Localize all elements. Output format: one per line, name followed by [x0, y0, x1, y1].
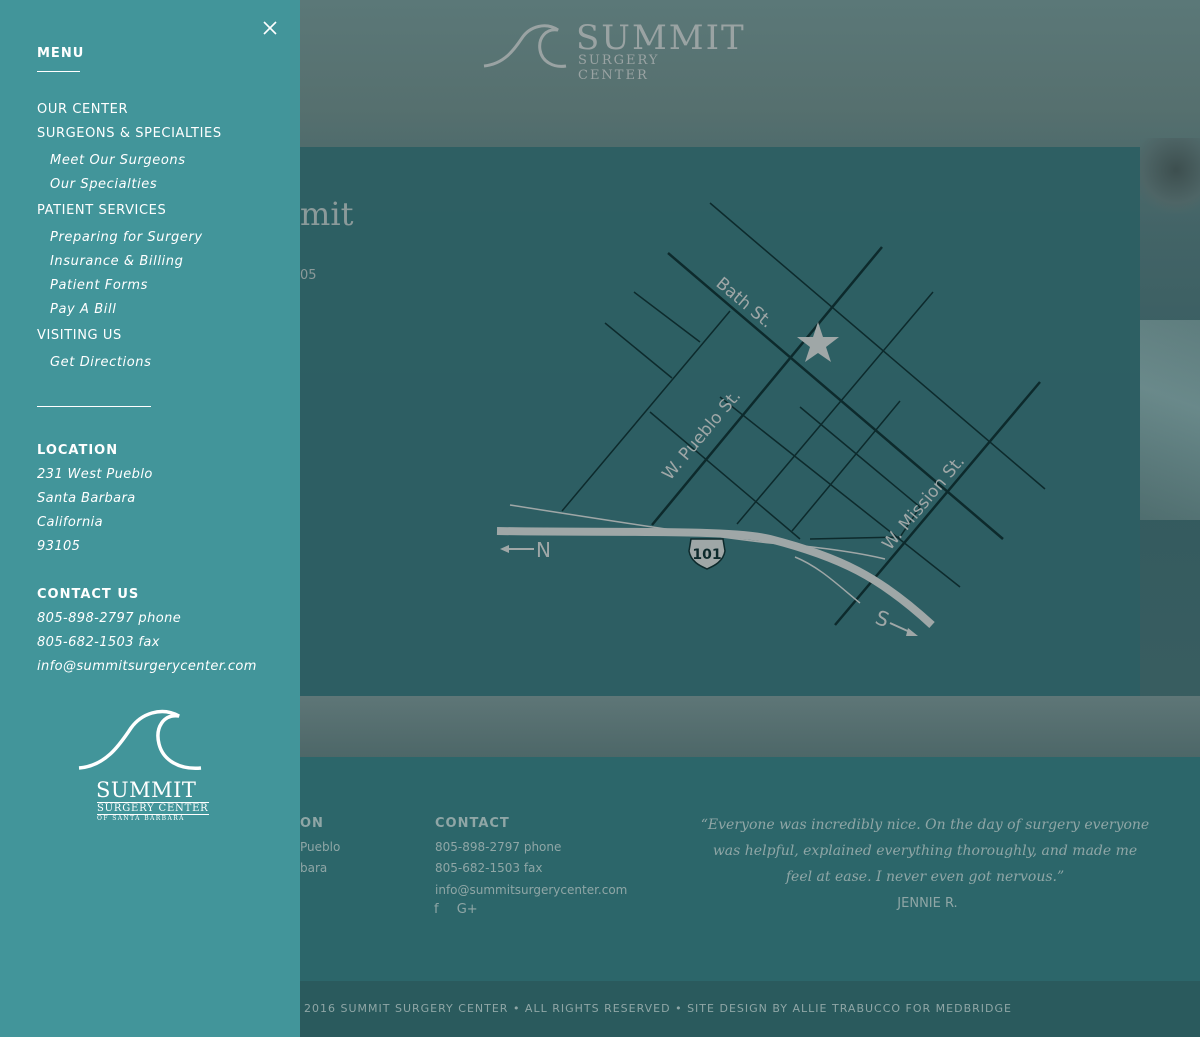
map-street-line — [709, 202, 1046, 490]
menu-logo[interactable]: SUMMIT SURGERY CENTER OF SANTA BARBARA — [75, 706, 215, 826]
highway-101-shield-icon: 101 — [688, 538, 726, 570]
footer-fax: 805-682-1503 fax — [435, 861, 543, 875]
copyright-text: 2016 SUMMIT SURGERY CENTER • ALL RIGHTS … — [304, 1002, 1012, 1015]
highway-shield-label: 101 — [692, 547, 721, 563]
directions-map: 101 Bath St. W. Pueblo St. W. Mission St… — [496, 202, 1046, 636]
location-heading: LOCATION — [37, 443, 119, 458]
header-brand-tagline: SURGERY CENTER — [578, 53, 660, 83]
map-street-line — [604, 322, 673, 379]
header-logo[interactable]: SUMMIT SURGERY CENTER — [480, 18, 744, 83]
compass-north-label: N — [536, 538, 551, 562]
map-street-line — [633, 291, 701, 343]
location-street: 231 West Pueblo — [37, 467, 153, 482]
footer-social-links: f G+ — [434, 902, 492, 917]
map-street-w-pueblo — [651, 246, 883, 526]
menu-heading: MENU — [37, 46, 85, 61]
compass-south-label: S — [872, 605, 892, 632]
map-street-bath — [667, 252, 1004, 540]
side-menu: MENU OUR CENTER SURGEONS & SPECIALTIES M… — [0, 0, 300, 1037]
nav-get-directions[interactable]: Get Directions — [50, 355, 152, 370]
compass-north-arrowhead — [500, 545, 509, 553]
nav-preparing-for-surgery[interactable]: Preparing for Surgery — [50, 230, 203, 245]
testimonial-quote: “Everyone was incredibly nice. On the da… — [700, 817, 1150, 885]
compass-south-arrowhead — [906, 628, 918, 636]
contact-phone[interactable]: 805-898-2797 phone — [37, 611, 181, 626]
nav-pay-a-bill[interactable]: Pay A Bill — [50, 302, 116, 317]
street-label-mission: W. Mission St. — [879, 452, 969, 554]
nav-patient-services[interactable]: PATIENT SERVICES — [37, 203, 166, 218]
menu-heading-underline — [37, 71, 80, 72]
contact-fax: 805-682-1503 fax — [37, 635, 160, 650]
hero-sand — [300, 696, 1200, 757]
footer-location-line: bara — [300, 861, 328, 875]
close-menu-button[interactable] — [260, 18, 280, 38]
footer-location-line: Pueblo — [300, 840, 341, 854]
location-city: Santa Barbara — [37, 491, 136, 506]
nav-visiting-us[interactable]: VISITING US — [37, 328, 122, 343]
wave-logo-icon — [483, 24, 567, 68]
nav-meet-our-surgeons[interactable]: Meet Our Surgeons — [50, 153, 186, 168]
contact-email-link[interactable]: info@summitsurgerycenter.com — [37, 659, 257, 674]
testimonial-author: JENNIE R. — [897, 896, 958, 911]
menu-logo-brand: SUMMIT — [96, 778, 197, 802]
contact-heading: CONTACT US — [37, 587, 140, 602]
nav-our-center[interactable]: OUR CENTER — [37, 102, 128, 117]
hero-surf — [1140, 320, 1200, 520]
hero-rocks — [1140, 138, 1200, 218]
menu-divider — [37, 406, 151, 407]
footer-location-heading: ON — [300, 816, 324, 831]
nav-our-specialties[interactable]: Our Specialties — [50, 177, 157, 192]
location-state: California — [37, 515, 103, 530]
nav-insurance-billing[interactable]: Insurance & Billing — [50, 254, 183, 269]
street-label-bath: Bath St. — [712, 274, 777, 333]
street-label-pueblo: W. Pueblo St. — [659, 386, 746, 484]
footer-phone[interactable]: 805-898-2797 phone — [435, 840, 561, 854]
map-street-w-mission — [834, 381, 1041, 626]
nav-surgeons-specialties[interactable]: SURGEONS & SPECIALTIES — [37, 126, 222, 141]
close-icon — [263, 21, 277, 35]
footer-contact-heading: CONTACT — [435, 816, 510, 831]
google-plus-icon[interactable]: G+ — [457, 902, 478, 917]
menu-logo-locale: OF SANTA BARBARA — [97, 815, 185, 822]
nav-patient-forms[interactable]: Patient Forms — [50, 278, 148, 293]
wave-logo-icon — [78, 709, 202, 770]
footer-email-link[interactable]: info@summitsurgerycenter.com — [435, 883, 627, 897]
map-street-line — [561, 310, 731, 512]
location-zip: 93105 — [37, 539, 81, 554]
menu-logo-tagline: SURGERY CENTER — [97, 802, 209, 815]
header-brand-name: SUMMIT — [576, 18, 746, 58]
facebook-icon[interactable]: f — [434, 902, 439, 917]
